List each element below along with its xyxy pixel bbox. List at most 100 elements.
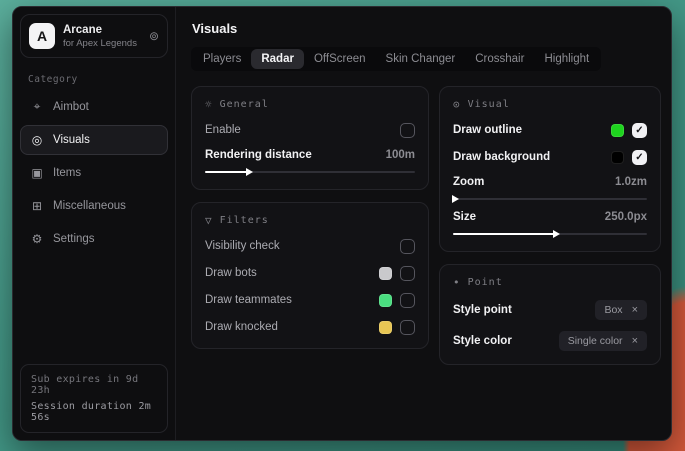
sidebar-item-label: Settings	[53, 233, 95, 245]
slider-head-size: Size250.0px	[453, 211, 647, 223]
panel-header-general: ☼ General	[205, 98, 415, 111]
row-draw-teammates: Draw teammates	[205, 292, 415, 308]
checkbox-visibility-check[interactable]	[400, 239, 415, 254]
visuals-icon: ◎	[30, 133, 44, 147]
checkbox-draw-outline[interactable]: ✓	[632, 123, 647, 138]
checkbox-draw-teammates[interactable]	[400, 293, 415, 308]
row-label: Draw teammates	[205, 294, 371, 306]
panel-header-filters: ▽Filters	[205, 214, 415, 227]
chip-label: Box	[604, 304, 622, 316]
sidebar-item-label: Miscellaneous	[53, 200, 126, 212]
slider-row-zoom: Zoom1.0zm	[453, 176, 647, 200]
tab-highlight[interactable]: Highlight	[534, 49, 599, 69]
row-label: Draw background	[453, 151, 603, 163]
slider-value: 250.0px	[605, 211, 647, 223]
row-label: Draw bots	[205, 267, 371, 279]
sidebar-item-aimbot[interactable]: ⌖Aimbot	[20, 91, 168, 122]
misc-icon: ⊞	[30, 199, 44, 213]
panel-general: ☼ General Enable Rendering distance100m	[191, 86, 429, 190]
row-label: Zoom	[453, 176, 615, 188]
settings-icon: ⚙	[30, 232, 44, 246]
app-subtitle: for Apex Legends	[63, 38, 141, 49]
main-area: Visuals PlayersRadarOffScreenSkin Change…	[176, 7, 671, 440]
row-label: Draw knocked	[205, 321, 371, 333]
sidebar-item-miscellaneous[interactable]: ⊞ Miscellaneous	[20, 191, 168, 221]
panel-column-2: ⊙ Visual Draw outline ✓ Draw background ✓ Zoom…	[439, 86, 661, 365]
row-label: Size	[453, 211, 605, 223]
sidebar-item-label: Visuals	[53, 134, 90, 146]
row-label: Style color	[453, 335, 551, 347]
row-label: Style point	[453, 304, 587, 316]
panel-point: • Point Style point Box × Style color Single c…	[439, 264, 661, 365]
content-grid: ☼ General Enable Rendering distance100m ▽Fil…	[176, 71, 671, 380]
color-swatch-draw-teammates[interactable]	[379, 294, 392, 307]
general-icon: ☼	[205, 98, 213, 111]
slider-thumb[interactable]	[246, 168, 253, 176]
color-swatch-draw-outline[interactable]	[611, 124, 624, 137]
sidebar-item-label: Aimbot	[53, 101, 89, 113]
slider-thumb[interactable]	[553, 230, 560, 238]
row-style-color: Style color Single color×	[453, 331, 647, 351]
panel-visual: ⊙ Visual Draw outline ✓ Draw background ✓ Zoom…	[439, 86, 661, 252]
slider-row-rendering-distance: Rendering distance100m	[205, 149, 415, 173]
tab-skin-changer[interactable]: Skin Changer	[376, 49, 466, 69]
tab-radar[interactable]: Radar	[251, 49, 304, 69]
panel-title: Visual	[468, 99, 510, 110]
desktop: { "icons": { "aimbot": "⌖", "visuals": "…	[0, 0, 685, 451]
row-label: Enable	[205, 124, 392, 136]
slider-head-rendering-distance: Rendering distance100m	[205, 149, 415, 161]
slider-track-size[interactable]	[453, 233, 647, 235]
session-card: Sub expires in 9d 23h Session duration 2…	[20, 364, 168, 433]
tab-crosshair[interactable]: Crosshair	[465, 49, 534, 69]
tab-offscreen[interactable]: OffScreen	[304, 49, 376, 69]
panel-title: Point	[468, 277, 503, 288]
visual-icon: ⊙	[453, 98, 461, 111]
checkbox-draw-background[interactable]: ✓	[632, 150, 647, 165]
row-label: Visibility check	[205, 240, 392, 252]
slider-fill	[453, 233, 554, 235]
slider-row-size: Size250.0px	[453, 211, 647, 235]
slider-track-rendering-distance[interactable]	[205, 171, 415, 173]
tab-strip: PlayersRadarOffScreenSkin ChangerCrossha…	[191, 47, 601, 71]
point-icon: •	[453, 276, 461, 289]
panel-header-point: • Point	[453, 276, 647, 289]
page-title: Visuals	[192, 21, 655, 36]
items-icon: ▣	[30, 166, 44, 180]
sidebar-item-visuals[interactable]: ◎ Visuals	[20, 125, 168, 155]
panel-header-visual: ⊙ Visual	[453, 98, 647, 111]
panel-title: General	[220, 99, 269, 110]
color-swatch-draw-bots[interactable]	[379, 267, 392, 280]
chip-single-color[interactable]: Single color×	[559, 331, 647, 351]
sidebar: A Arcane for Apex Legends ⊚ Category ⌖Ai…	[13, 7, 176, 440]
row-enable: Enable	[205, 122, 415, 138]
slider-thumb[interactable]	[452, 195, 459, 203]
close-icon[interactable]: ×	[632, 304, 638, 316]
slider-track-zoom[interactable]	[453, 198, 647, 200]
checkbox-enable[interactable]	[400, 123, 415, 138]
checkbox-draw-bots[interactable]	[400, 266, 415, 281]
panel-title: Filters	[220, 215, 269, 226]
slider-value: 100m	[386, 149, 415, 161]
chip-box[interactable]: Box ×	[595, 300, 647, 320]
slider-fill	[205, 171, 247, 173]
category-label: Category	[28, 74, 175, 85]
panel-filters: ▽Filters Visibility check Draw bots Draw te…	[191, 202, 429, 349]
sidebar-item-items[interactable]: ▣ Items	[20, 158, 168, 188]
sidebar-item-label: Items	[53, 167, 81, 179]
color-swatch-draw-background[interactable]	[611, 151, 624, 164]
row-draw-outline: Draw outline ✓	[453, 122, 647, 138]
row-label: Draw outline	[453, 124, 603, 136]
panel-column-1: ☼ General Enable Rendering distance100m ▽Fil…	[191, 86, 429, 349]
sidebar-item-settings[interactable]: ⚙ Settings	[20, 224, 168, 254]
close-icon[interactable]: ×	[632, 335, 638, 347]
tab-players[interactable]: Players	[193, 49, 251, 69]
row-visibility-check: Visibility check	[205, 238, 415, 254]
slider-head-zoom: Zoom1.0zm	[453, 176, 647, 188]
brand-text: Arcane for Apex Legends	[63, 24, 141, 49]
sub-expiry-text: Sub expires in 9d 23h	[31, 374, 157, 396]
brand-action-icon[interactable]: ⊚	[149, 29, 159, 43]
main-header: Visuals	[176, 7, 671, 36]
row-draw-background: Draw background ✓	[453, 149, 647, 165]
checkbox-draw-knocked[interactable]	[400, 320, 415, 335]
color-swatch-draw-knocked[interactable]	[379, 321, 392, 334]
